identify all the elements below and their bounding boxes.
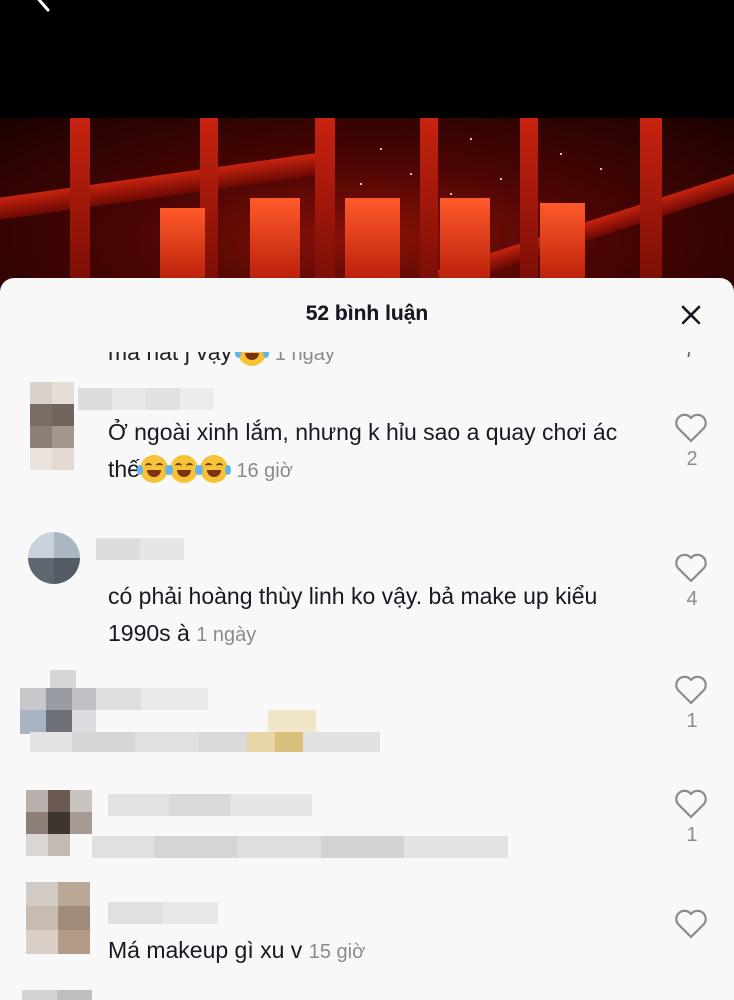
- laughing-tears-emoji-icon: [136, 455, 171, 483]
- comment-time: 1 ngày: [196, 624, 257, 646]
- comment-text-blurred: [30, 732, 380, 752]
- heart-icon[interactable]: [674, 788, 708, 820]
- heart-icon[interactable]: [674, 552, 708, 584]
- comment-time: 15 giờ: [308, 941, 366, 963]
- laughing-tears-emoji-icon: [166, 455, 201, 483]
- back-chevron-icon[interactable]: [24, 0, 54, 20]
- comment-item[interactable]: 1: [0, 788, 734, 870]
- heart-icon[interactable]: [674, 412, 708, 444]
- comments-count-title-overlay: 52 bình luận: [305, 302, 429, 325]
- avatar[interactable]: [28, 532, 80, 584]
- username-blurred[interactable]: [78, 388, 214, 410]
- heart-icon[interactable]: [674, 908, 708, 940]
- comment-item[interactable]: Má makeup gì xu v 15 giờ: [0, 882, 734, 982]
- username-blurred[interactable]: [96, 538, 184, 560]
- emoji-blurred: [268, 710, 316, 732]
- comment-body: Má makeup gì xu v: [108, 937, 303, 963]
- comment-text: có phải hoàng thùy linh ko vậy. bả make …: [108, 578, 648, 654]
- like-count: 2: [686, 448, 698, 470]
- username-blurred[interactable]: [96, 688, 208, 710]
- comment-item[interactable]: Ở ngoài xinh lắm, nhưng k hỉu sao a quay…: [0, 382, 734, 512]
- heart-icon[interactable]: [674, 674, 708, 706]
- comments-sheet: 52 bình luận má hát j vậy 1 ngày 7 52 bì…: [0, 278, 734, 1000]
- avatar-partial[interactable]: [22, 990, 92, 1000]
- top-bar: [0, 0, 734, 118]
- username-blurred[interactable]: [108, 902, 218, 924]
- comment-body: có phải hoàng thùy linh ko vậy. bả make …: [108, 583, 598, 646]
- like-count: 1: [686, 710, 698, 732]
- avatar[interactable]: [30, 382, 74, 470]
- like-count: 4: [686, 588, 698, 610]
- avatar[interactable]: [26, 790, 92, 856]
- comment-text-blurred: [92, 836, 508, 858]
- comment-item[interactable]: 1: [0, 670, 734, 760]
- avatar[interactable]: [26, 882, 90, 954]
- comment-item[interactable]: có phải hoàng thùy linh ko vậy. bả make …: [0, 532, 734, 646]
- avatar[interactable]: [20, 670, 96, 734]
- close-icon[interactable]: [676, 300, 706, 330]
- like-count: 1: [686, 824, 698, 846]
- comment-time: 16 giờ: [236, 460, 293, 482]
- laughing-tears-emoji-icon: [196, 455, 231, 483]
- comment-text: Má makeup gì xu v 15 giờ: [108, 932, 648, 971]
- username-blurred[interactable]: [108, 794, 312, 816]
- comment-text: Ở ngoài xinh lắm, nhưng k hỉu sao a quay…: [108, 414, 648, 490]
